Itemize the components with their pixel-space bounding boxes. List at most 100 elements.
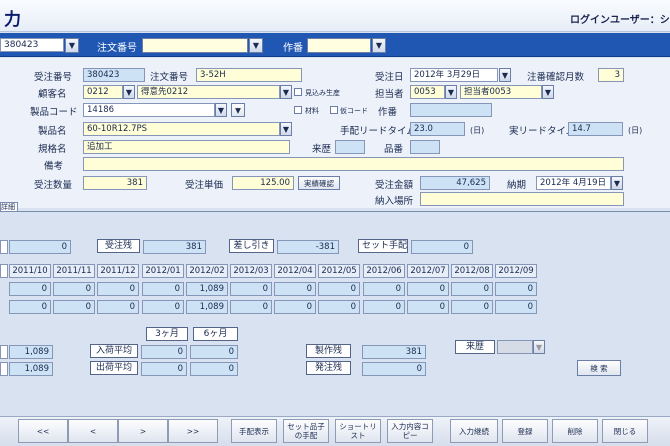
chevron-down-icon[interactable]: ▼ <box>280 85 292 99</box>
tantou-name-field[interactable]: 担当者0053 <box>460 85 542 99</box>
row-marker <box>0 345 8 359</box>
chevron-down-icon[interactable]: ▼ <box>372 38 386 53</box>
zairyo-checkbox[interactable] <box>294 106 302 114</box>
seisaku-field: 381 <box>362 345 426 359</box>
kari-code-checkbox[interactable] <box>330 106 338 114</box>
mikomi-label: 見込み生産 <box>305 89 340 97</box>
month-header: 2011/10 <box>9 264 51 278</box>
chuumon-no-label: 注文番号 <box>150 72 189 83</box>
month-header: 2012/09 <box>495 264 537 278</box>
chuumon-search-input[interactable] <box>142 38 248 53</box>
month-cell: 0 <box>9 300 51 314</box>
copy-input-button[interactable]: 入力内容コピー <box>387 419 433 443</box>
raireki-select[interactable] <box>497 340 533 354</box>
nyuka-3-field: 0 <box>141 345 187 359</box>
last-record-button[interactable]: >> <box>168 419 218 443</box>
month-cell: 0 <box>363 282 405 296</box>
chevron-down-icon[interactable]: ▼ <box>249 38 263 53</box>
month-cell: 0 <box>451 300 493 314</box>
first-record-button[interactable]: << <box>18 419 68 443</box>
row-marker <box>0 240 8 254</box>
month-cell: 0 <box>407 300 449 314</box>
biko-field[interactable] <box>83 157 624 171</box>
month-header: 2012/01 <box>142 264 184 278</box>
next-record-button[interactable]: > <box>118 419 168 443</box>
chuumon-search-label: 注文番号 <box>97 43 137 54</box>
month-cell: 0 <box>9 282 51 296</box>
tehai-display-button[interactable]: 手配表示 <box>231 419 277 443</box>
juchu-no-label: 受注番号 <box>34 72 73 83</box>
sakuban-field[interactable] <box>410 103 492 117</box>
kingaku-field: 47,625 <box>420 176 490 190</box>
kokyaku-name-field[interactable]: 得意先0212 <box>137 85 280 99</box>
kikaku-field[interactable]: 追加工 <box>83 140 290 154</box>
zaiko-field: 0 <box>9 240 71 254</box>
tantou-label: 担当者 <box>375 89 404 100</box>
juchubi-label: 受注日 <box>375 72 404 83</box>
jisseki-button[interactable]: 実績確認 <box>298 176 340 190</box>
register-button[interactable]: 登録 <box>502 419 548 443</box>
kokyaku-code-field[interactable]: 0212 <box>83 85 123 99</box>
chevron-down-icon[interactable]: ▼ <box>445 85 457 99</box>
tab-detail[interactable]: 詳細 <box>0 202 18 211</box>
juchuzan-field: 381 <box>143 240 206 254</box>
login-user-label: ログインユーザー：シス <box>570 15 670 26</box>
biko-label: 備考 <box>44 161 64 172</box>
suuryo-field[interactable]: 381 <box>83 176 147 190</box>
juchubi-field[interactable]: 2012年 3月29日 <box>410 68 498 82</box>
set-ko-tehai-button[interactable]: セット品子の手配 <box>283 419 329 443</box>
search-button[interactable]: 検 索 <box>577 360 621 376</box>
shortlist-button[interactable]: ショートリスト <box>335 419 381 443</box>
prev-record-button[interactable]: < <box>68 419 118 443</box>
juchu-no-field[interactable]: 380423 <box>83 68 145 82</box>
zairyo-label: 材料 <box>305 107 319 115</box>
set-tehai-label: セット手配 <box>358 239 408 253</box>
tanka-field[interactable]: 125.00 <box>232 176 294 190</box>
kari-code-label: 仮コード <box>340 107 368 115</box>
month-header: 2012/08 <box>451 264 493 278</box>
shukka-6-field: 0 <box>190 362 238 376</box>
seihin-search-button[interactable]: ▼ <box>231 103 245 117</box>
tantou-code-field[interactable]: 0053 <box>410 85 445 99</box>
jitsu-lt-field: 14.7 <box>568 122 623 136</box>
chevron-down-icon[interactable]: ▼ <box>280 122 292 136</box>
nouki-field[interactable]: 2012年 4月19日 <box>536 176 611 190</box>
month-cell: 0 <box>318 282 360 296</box>
chevron-down-icon[interactable]: ▼ <box>65 38 79 53</box>
delete-button[interactable]: 削除 <box>552 419 598 443</box>
chuban-months-field[interactable]: 3 <box>598 68 624 82</box>
chevron-down-icon[interactable]: ▼ <box>542 85 554 99</box>
mikomi-checkbox[interactable] <box>294 88 302 96</box>
seihin-name-field[interactable]: 60-10R12.7PS <box>83 122 280 136</box>
hacchu-label: 発注残 <box>306 361 351 375</box>
month-cell: 0 <box>274 282 316 296</box>
month-header: 2012/04 <box>274 264 316 278</box>
month-cell: 1,089 <box>186 282 228 296</box>
chevron-down-icon[interactable]: ▼ <box>123 85 135 99</box>
month-cell: 0 <box>318 300 360 314</box>
sakuban-search-input[interactable] <box>307 38 371 53</box>
chuban-months-label: 注番確認月数 <box>527 72 585 83</box>
month-header: 2012/02 <box>186 264 228 278</box>
month-header: 2011/11 <box>53 264 95 278</box>
continue-input-button[interactable]: 入力継続 <box>450 419 498 443</box>
nounyu-field[interactable] <box>420 192 624 206</box>
kikaku-label: 規格名 <box>38 144 67 155</box>
tehai-lt-field: 23.0 <box>410 122 465 136</box>
close-button[interactable]: 閉じる <box>602 419 648 443</box>
calendar-dropdown-icon[interactable]: ▼ <box>611 176 623 190</box>
calendar-dropdown-icon[interactable]: ▼ <box>499 68 511 82</box>
chevron-down-icon[interactable]: ▼ <box>533 340 545 354</box>
month-cell: 0 <box>230 282 272 296</box>
hinban-label: 品番 <box>384 144 404 155</box>
shukka-3-field: 0 <box>141 362 187 376</box>
chevron-down-icon[interactable]: ▼ <box>215 103 227 117</box>
month-cell: 0 <box>142 300 184 314</box>
chuumon-no-field[interactable]: 3-52H <box>196 68 302 82</box>
seihin-code-field[interactable]: 14186 <box>83 103 215 117</box>
kingaku-label: 受注金額 <box>375 180 414 191</box>
month-cell: 0 <box>274 300 316 314</box>
hinban-field <box>410 140 440 154</box>
order-number-search-input[interactable]: 380423 <box>0 38 64 52</box>
nyuka-label: 入荷平均 <box>90 344 138 358</box>
